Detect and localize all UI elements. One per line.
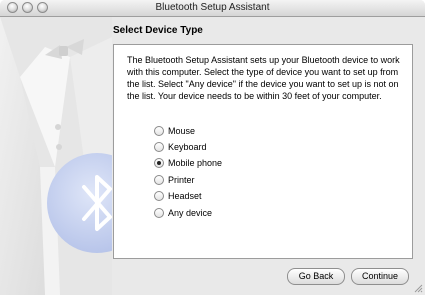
title-bar[interactable]: Bluetooth Setup Assistant [0,0,425,17]
radio-label[interactable]: Printer [168,175,195,185]
radio-button[interactable] [154,191,164,201]
window-title: Bluetooth Setup Assistant [155,2,270,13]
radio-button[interactable] [154,142,164,152]
tuxedo-art [0,17,112,295]
setup-assistant-window: Bluetooth Setup Assistant Select Device … [0,0,425,295]
radio-printer[interactable]: Printer [154,174,195,186]
radio-label[interactable]: Headset [168,191,202,201]
page-heading: Select Device Type [113,25,203,36]
continue-button[interactable]: Continue [351,268,409,285]
radio-mouse[interactable]: Mouse [154,125,195,137]
go-back-button[interactable]: Go Back [287,268,345,285]
radio-label[interactable]: Keyboard [168,142,207,152]
radio-button[interactable] [154,208,164,218]
radio-keyboard[interactable]: Keyboard [154,141,207,153]
radio-button[interactable] [154,126,164,136]
radio-label[interactable]: Mobile phone [168,158,222,168]
radio-any-device[interactable]: Any device [154,207,212,219]
radio-mobile-phone[interactable]: Mobile phone [154,157,222,169]
radio-label[interactable]: Mouse [168,126,195,136]
device-type-panel: The Bluetooth Setup Assistant sets up yo… [113,44,413,259]
radio-button-selected[interactable] [154,158,164,168]
resize-grip-icon[interactable] [413,283,423,293]
tuxedo-illustration [0,17,112,295]
radio-button[interactable] [154,175,164,185]
radio-headset[interactable]: Headset [154,190,202,202]
description-text: The Bluetooth Setup Assistant sets up yo… [127,55,400,101]
radio-label[interactable]: Any device [168,208,212,218]
